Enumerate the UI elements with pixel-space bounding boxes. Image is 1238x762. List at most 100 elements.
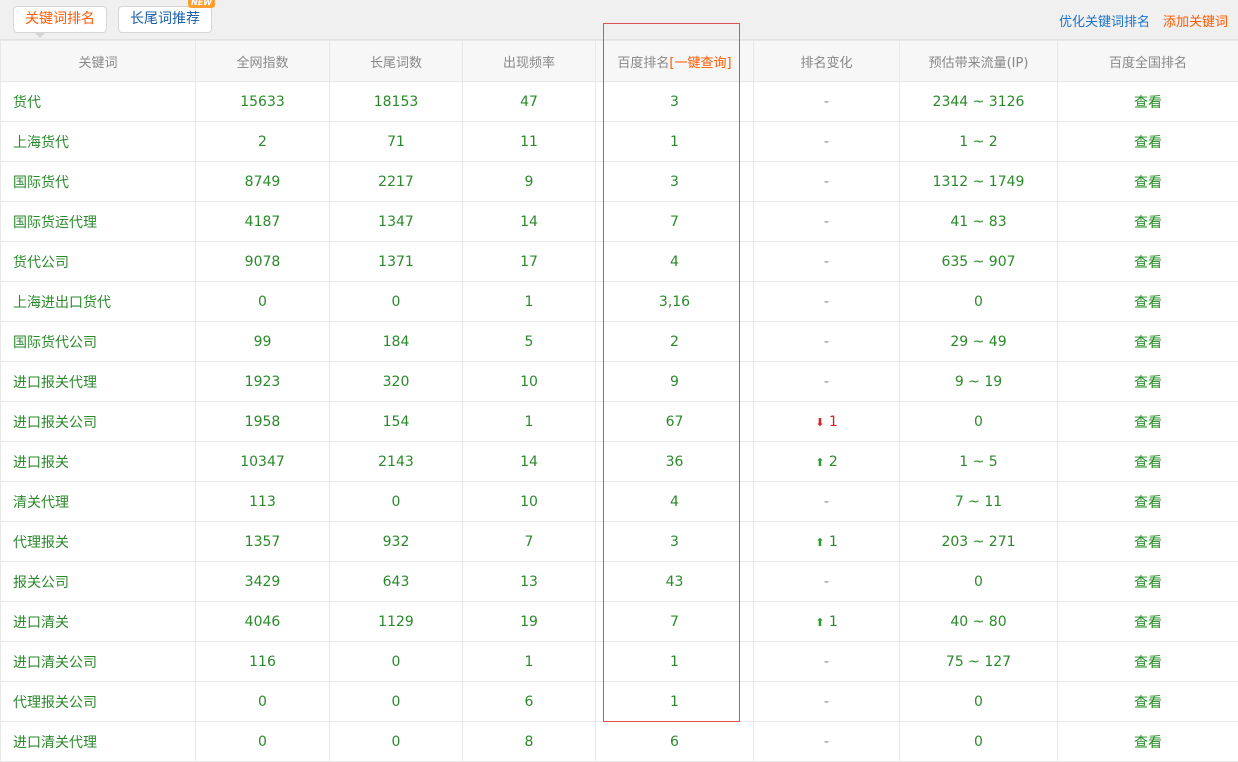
cell-longtail: 643 xyxy=(330,562,463,602)
cell-rank-change: - xyxy=(754,202,900,242)
view-link[interactable]: 查看 xyxy=(1134,615,1162,631)
cell-frequency: 7 xyxy=(463,522,596,562)
cell-baidu-rank: 3 xyxy=(596,522,754,562)
cell-national-rank: 查看 xyxy=(1058,642,1238,682)
cell-keyword: 上海进出口货代 xyxy=(1,282,196,322)
cell-frequency: 10 xyxy=(463,482,596,522)
view-link[interactable]: 查看 xyxy=(1134,375,1162,391)
view-link[interactable]: 查看 xyxy=(1134,735,1162,751)
header-national-rank: 百度全国排名 xyxy=(1058,41,1238,82)
cell-index: 99 xyxy=(196,322,330,362)
cell-national-rank: 查看 xyxy=(1058,402,1238,442)
header-keyword: 关键词 xyxy=(1,41,196,82)
cell-index: 1357 xyxy=(196,522,330,562)
view-link[interactable]: 查看 xyxy=(1134,415,1162,431)
cell-baidu-rank: 43 xyxy=(596,562,754,602)
cell-national-rank: 查看 xyxy=(1058,122,1238,162)
cell-baidu-rank: 4 xyxy=(596,482,754,522)
cell-national-rank: 查看 xyxy=(1058,362,1238,402)
view-link[interactable]: 查看 xyxy=(1134,495,1162,511)
view-link[interactable]: 查看 xyxy=(1134,255,1162,271)
cell-keyword: 进口报关 xyxy=(1,442,196,482)
cell-longtail: 0 xyxy=(330,642,463,682)
cell-index: 1958 xyxy=(196,402,330,442)
cell-national-rank: 查看 xyxy=(1058,522,1238,562)
cell-index: 2 xyxy=(196,122,330,162)
view-link[interactable]: 查看 xyxy=(1134,295,1162,311)
view-link[interactable]: 查看 xyxy=(1134,95,1162,111)
view-link[interactable]: 查看 xyxy=(1134,175,1162,191)
arrow-up-icon: ⬆ xyxy=(815,456,824,469)
table-row: 清关代理1130104-7 ~ 11查看 xyxy=(1,482,1238,522)
view-link[interactable]: 查看 xyxy=(1134,535,1162,551)
header-rank-change: 排名变化 xyxy=(754,41,900,82)
table-row: 进口报关1034721431436⬆ 21 ~ 5查看 xyxy=(1,442,1238,482)
table-row: 国际货代8749221793-1312 ~ 1749查看 xyxy=(1,162,1238,202)
tab-longtail-label: 长尾词推荐 xyxy=(130,11,200,27)
table-row: 进口报关代理1923320109-9 ~ 19查看 xyxy=(1,362,1238,402)
table-row: 进口报关公司1958154167⬇ 10查看 xyxy=(1,402,1238,442)
cell-baidu-rank: 3 xyxy=(596,82,754,122)
table-row: 国际货运代理41871347147-41 ~ 83查看 xyxy=(1,202,1238,242)
cell-baidu-rank: 36 xyxy=(596,442,754,482)
cell-longtail: 1347 xyxy=(330,202,463,242)
cell-keyword: 进口报关公司 xyxy=(1,402,196,442)
cell-keyword: 清关代理 xyxy=(1,482,196,522)
table-row: 代理报关公司0061-0查看 xyxy=(1,682,1238,722)
rank-change-value: 2 xyxy=(829,454,838,470)
cell-rank-change: - xyxy=(754,562,900,602)
add-keyword-link[interactable]: 添加关键词 xyxy=(1163,11,1228,30)
view-link[interactable]: 查看 xyxy=(1134,575,1162,591)
cell-keyword: 代理报关 xyxy=(1,522,196,562)
cell-rank-change: - xyxy=(754,642,900,682)
tab-longtail-recommend[interactable]: 长尾词推荐 NEW xyxy=(118,6,212,33)
cell-traffic: 2344 ~ 3126 xyxy=(900,82,1058,122)
cell-longtail: 2143 xyxy=(330,442,463,482)
view-link[interactable]: 查看 xyxy=(1134,655,1162,671)
tab-keyword-rank[interactable]: 关键词排名 xyxy=(13,6,107,33)
cell-frequency: 1 xyxy=(463,402,596,442)
one-click-query-link[interactable]: [一键查询] xyxy=(669,56,731,71)
arrow-down-icon: ⬇ xyxy=(815,416,824,429)
cell-longtail: 932 xyxy=(330,522,463,562)
top-toolbar: 关键词排名 长尾词推荐 NEW 优化关键词排名 添加关键词 xyxy=(0,0,1238,40)
cell-traffic: 1 ~ 2 xyxy=(900,122,1058,162)
table-row: 上海货代271111-1 ~ 2查看 xyxy=(1,122,1238,162)
cell-keyword: 货代公司 xyxy=(1,242,196,282)
cell-baidu-rank: 1 xyxy=(596,122,754,162)
cell-baidu-rank: 67 xyxy=(596,402,754,442)
cell-traffic: 7 ~ 11 xyxy=(900,482,1058,522)
cell-index: 4046 xyxy=(196,602,330,642)
cell-rank-change: - xyxy=(754,362,900,402)
cell-index: 116 xyxy=(196,642,330,682)
table-row: 国际货代公司9918452-29 ~ 49查看 xyxy=(1,322,1238,362)
cell-index: 113 xyxy=(196,482,330,522)
view-link[interactable]: 查看 xyxy=(1134,335,1162,351)
cell-index: 8749 xyxy=(196,162,330,202)
view-link[interactable]: 查看 xyxy=(1134,135,1162,151)
header-baidu-rank-label: 百度排名 xyxy=(617,56,669,71)
cell-longtail: 71 xyxy=(330,122,463,162)
view-link[interactable]: 查看 xyxy=(1134,215,1162,231)
view-link[interactable]: 查看 xyxy=(1134,695,1162,711)
cell-keyword: 报关公司 xyxy=(1,562,196,602)
optimize-keyword-rank-link[interactable]: 优化关键词排名 xyxy=(1059,11,1150,30)
cell-national-rank: 查看 xyxy=(1058,602,1238,642)
cell-frequency: 11 xyxy=(463,122,596,162)
cell-rank-change: - xyxy=(754,482,900,522)
rank-change-value: 1 xyxy=(829,414,838,430)
cell-rank-change: - xyxy=(754,82,900,122)
cell-keyword: 进口清关公司 xyxy=(1,642,196,682)
cell-index: 4187 xyxy=(196,202,330,242)
view-link[interactable]: 查看 xyxy=(1134,455,1162,471)
cell-longtail: 18153 xyxy=(330,82,463,122)
table-row: 报关公司34296431343-0查看 xyxy=(1,562,1238,602)
cell-index: 9078 xyxy=(196,242,330,282)
cell-traffic: 0 xyxy=(900,682,1058,722)
cell-keyword: 国际货运代理 xyxy=(1,202,196,242)
cell-index: 3429 xyxy=(196,562,330,602)
header-frequency: 出现频率 xyxy=(463,41,596,82)
cell-index: 10347 xyxy=(196,442,330,482)
cell-keyword: 进口报关代理 xyxy=(1,362,196,402)
cell-rank-change: ⬆ 1 xyxy=(754,602,900,642)
